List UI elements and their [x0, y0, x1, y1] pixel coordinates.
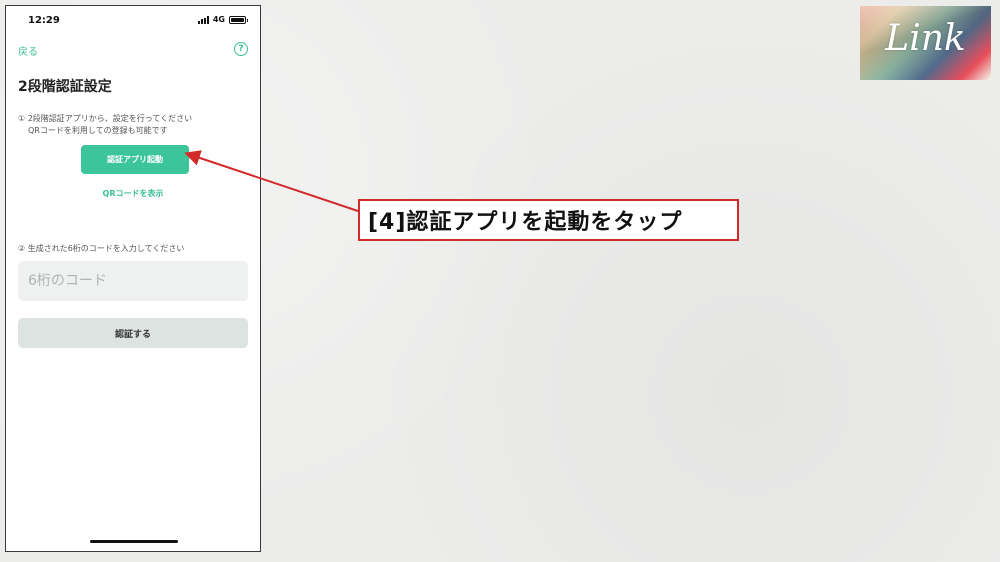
logo-text: Link [885, 18, 966, 59]
status-time: 12:29 [28, 15, 60, 26]
help-icon[interactable]: ? [234, 42, 248, 56]
verify-button[interactable]: 認証する [18, 318, 248, 348]
step2-instructions: ② 生成された6桁のコードを入力してください [18, 244, 185, 253]
code-input[interactable] [18, 261, 248, 301]
launch-auth-app-button[interactable]: 認証アプリ起動 [81, 145, 189, 174]
status-indicators: 4G [197, 15, 248, 24]
home-indicator [90, 540, 178, 543]
status-bar: 12:29 4G [6, 6, 260, 36]
phone-screen: 12:29 4G 戻る ? 2段階認証設定 ① 2段階認証アプリから、設定を行っ… [5, 5, 261, 552]
battery-icon [229, 15, 248, 24]
step1-line1: ① 2段階認証アプリから、設定を行ってください [18, 114, 193, 123]
annotation-callout: [4]認証アプリを起動をタップ [358, 199, 739, 241]
back-link[interactable]: 戻る [18, 43, 38, 58]
page-title: 2段階認証設定 [18, 79, 112, 95]
brand-logo: Link [860, 6, 991, 80]
signal-icon [197, 15, 209, 24]
step1-line2: QRコードを利用しての登録も可能です [28, 126, 168, 135]
network-label: 4G [212, 15, 225, 24]
step1-instructions: ① 2段階認証アプリから、設定を行ってください QRコードを利用しての登録も可能… [18, 113, 192, 137]
show-qr-code-link[interactable]: QRコードを表示 [6, 188, 260, 199]
